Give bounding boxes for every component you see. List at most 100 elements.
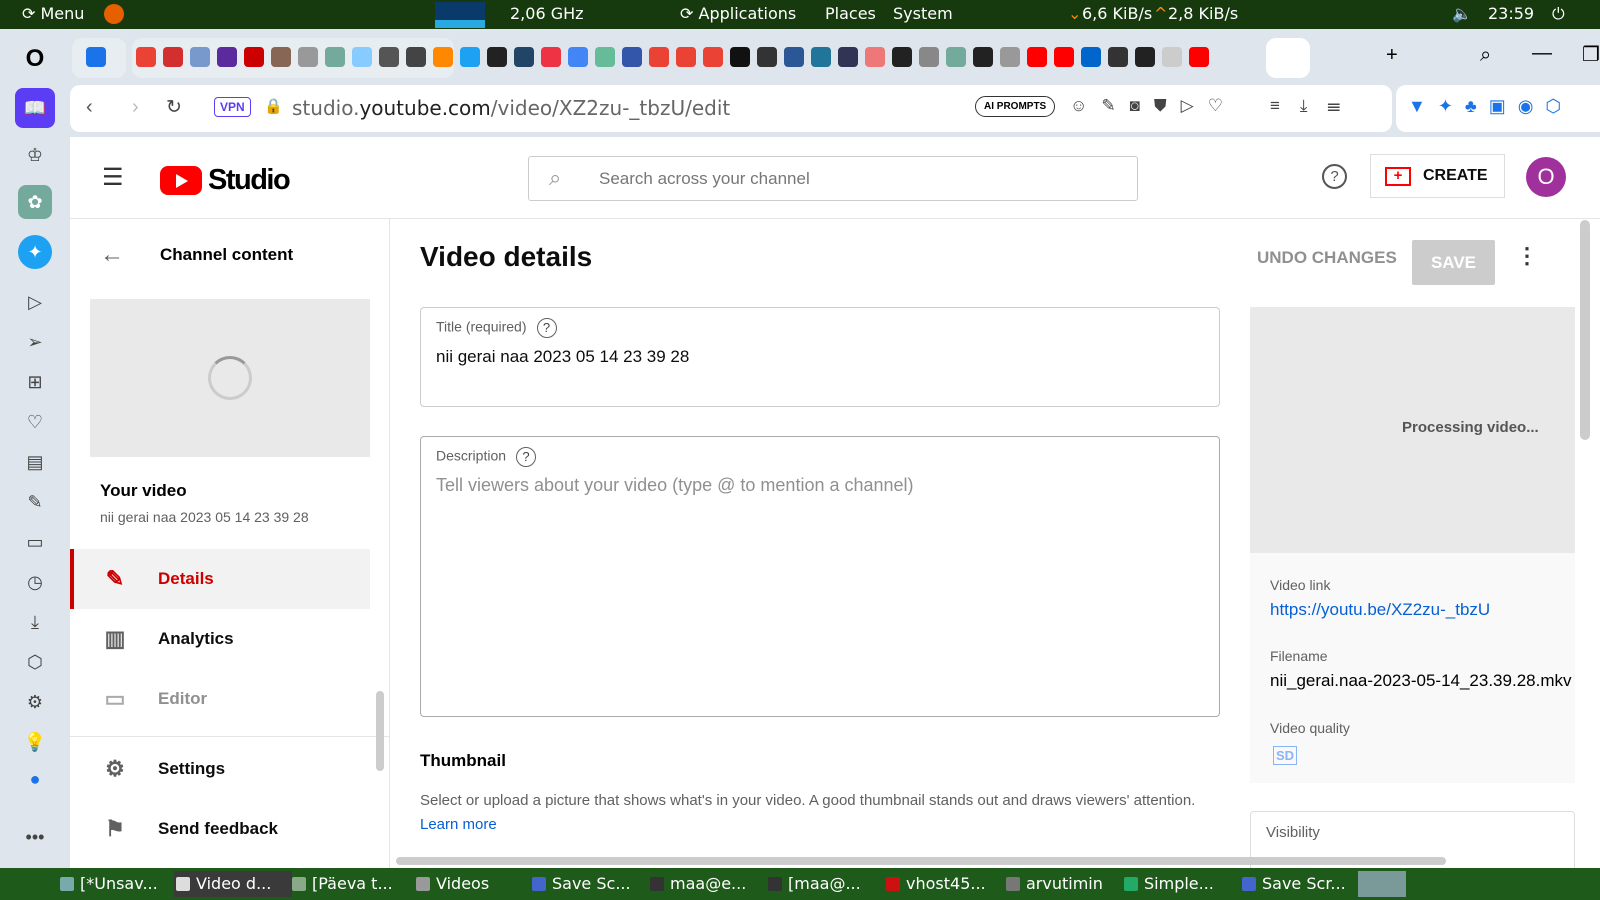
more-options-icon[interactable]: ⋮	[1516, 243, 1538, 269]
title-field[interactable]: Title (required)? nii gerai naa 2023 05 …	[420, 307, 1220, 407]
ai-prompts-button[interactable]: AI PROMPTS	[975, 96, 1056, 117]
learn-more-link[interactable]: Learn more	[420, 816, 497, 833]
search-input[interactable]: ⌕ Search across your channel	[528, 156, 1138, 201]
nav-editor[interactable]: ▭ Editor	[70, 669, 370, 729]
video-link[interactable]: https://youtu.be/XZ2zu-_tbzU	[1270, 600, 1490, 620]
workspace-switcher[interactable]	[1358, 871, 1406, 897]
apps-icon[interactable]: ⊞	[18, 365, 52, 399]
tab-favicon[interactable]	[136, 47, 156, 67]
twitter-icon[interactable]: ✦	[18, 235, 52, 269]
crown-icon[interactable]: ♔	[18, 138, 52, 172]
undo-changes-button[interactable]: UNDO CHANGES	[1257, 248, 1397, 268]
tab-favicon[interactable]	[298, 47, 318, 67]
studio-logo[interactable]: Studio	[160, 164, 291, 197]
taskbar-item[interactable]: Video d...	[174, 871, 292, 897]
description-placeholder[interactable]: Tell viewers about your video (type @ to…	[436, 475, 914, 496]
tab-favicon[interactable]	[892, 47, 912, 67]
address-right-icons[interactable]: ≡⤓☰	[1270, 96, 1360, 116]
tab-favicon[interactable]	[271, 47, 291, 67]
bulb-icon[interactable]: 💡	[18, 725, 52, 759]
tab-favicon[interactable]	[784, 47, 804, 67]
save-button[interactable]: SAVE	[1412, 240, 1495, 285]
tab-favicon[interactable]	[1027, 47, 1047, 67]
system-menu[interactable]: System	[893, 4, 953, 23]
tab-favicon[interactable]	[514, 47, 534, 67]
menu-button[interactable]: ⟳ Menu	[22, 4, 84, 23]
tab-favicon[interactable]	[190, 47, 210, 67]
power-icon[interactable]: ⏻	[1552, 4, 1565, 24]
help-icon[interactable]: ?	[1322, 164, 1347, 189]
minimize-button[interactable]: —	[1532, 42, 1552, 65]
tab-favicon[interactable]	[163, 47, 183, 67]
reload-icon[interactable]: ↻	[166, 96, 182, 119]
address-tools-icons[interactable]: ☺✎◙⛊▷♡	[1070, 96, 1237, 116]
tab-search-icon[interactable]: ⌕	[1480, 44, 1491, 67]
tab-favicon[interactable]	[946, 47, 966, 67]
title-input[interactable]: nii gerai naa 2023 05 14 23 39 28	[436, 347, 689, 367]
tab-favicon[interactable]	[649, 47, 669, 67]
places-menu[interactable]: Places	[825, 4, 876, 23]
back-arrow-icon[interactable]: ←	[100, 241, 124, 269]
nav-send-feedback[interactable]: ⚑ Send feedback	[70, 799, 370, 859]
settings-icon[interactable]: ⚙	[18, 685, 52, 719]
extension-icons[interactable]: ▼✦♣▣◉⬡	[1408, 96, 1573, 117]
video-player[interactable]: Processing video...	[1250, 307, 1575, 553]
news-icon[interactable]: ▤	[18, 445, 52, 479]
tab-favicon[interactable]	[919, 47, 939, 67]
taskbar-item[interactable]: maa@e...	[648, 871, 762, 897]
more-icon[interactable]: •••	[18, 820, 52, 854]
tab-favicon[interactable]	[1162, 47, 1182, 67]
url-text[interactable]: studio.youtube.com/video/XZ2zu-_tbzU/edi…	[292, 96, 730, 120]
volume-icon[interactable]: 🔈	[1452, 4, 1472, 23]
help-icon[interactable]: ?	[536, 318, 557, 338]
reader-icon[interactable]: 📖	[15, 88, 55, 128]
forward-icon[interactable]: ›	[132, 96, 139, 119]
video-thumbnail[interactable]	[90, 299, 370, 457]
tab-favicon[interactable]	[757, 47, 777, 67]
new-tab-button[interactable]: +	[1386, 44, 1398, 67]
heart-icon[interactable]: ♡	[18, 405, 52, 439]
clock[interactable]: 23:59	[1488, 4, 1534, 23]
hamburger-menu-icon[interactable]: ☰	[102, 163, 124, 192]
nav-settings[interactable]: ⚙ Settings	[70, 739, 370, 799]
opera-logo-icon[interactable]: O	[18, 42, 52, 76]
extensions-icon[interactable]: ⬡	[18, 645, 52, 679]
tab-favicon[interactable]	[973, 47, 993, 67]
tab-favicon[interactable]	[811, 47, 831, 67]
vpn-badge[interactable]: VPN	[214, 97, 251, 117]
tab-favicon[interactable]	[1054, 47, 1074, 67]
tab-favicon[interactable]	[1108, 47, 1128, 67]
tab-favicon[interactable]	[325, 47, 345, 67]
tab-favicon[interactable]	[1081, 47, 1101, 67]
taskbar-item[interactable]: [maa@...	[766, 871, 880, 897]
tab-favicon[interactable]	[541, 47, 561, 67]
pin-icon[interactable]: ✎	[18, 485, 52, 519]
taskbar-item[interactable]: [Päeva t...	[290, 871, 404, 897]
maximize-button[interactable]: ❐	[1582, 42, 1600, 67]
channel-content-link[interactable]: Channel content	[160, 245, 293, 265]
taskbar-item[interactable]: Simple...	[1122, 871, 1236, 897]
tab-favicon[interactable]	[703, 47, 723, 67]
tab-favicon[interactable]	[244, 47, 264, 67]
tab-favicon[interactable]	[433, 47, 453, 67]
taskbar-item[interactable]: vhost45...	[884, 871, 998, 897]
lock-icon[interactable]: 🔒	[264, 97, 283, 115]
tab-favicon[interactable]	[406, 47, 426, 67]
applications-menu[interactable]: ⟳ Applications	[680, 4, 796, 23]
tab-favicon[interactable]	[217, 47, 237, 67]
taskbar-item[interactable]: Videos	[414, 871, 528, 897]
back-icon[interactable]: ‹	[86, 96, 93, 119]
tab-favicon[interactable]	[622, 47, 642, 67]
tab-favicon[interactable]	[730, 47, 750, 67]
nav-scrollbar[interactable]	[376, 691, 384, 771]
description-field[interactable]: Description? Tell viewers about your vid…	[420, 436, 1220, 717]
nav-analytics[interactable]: ▥ Analytics	[70, 609, 370, 669]
chat-icon[interactable]: ●	[18, 762, 52, 796]
tab-favicon[interactable]	[460, 47, 480, 67]
player-icon[interactable]: ▷	[18, 285, 52, 319]
tab-favicon[interactable]	[1189, 47, 1209, 67]
tab-favicon[interactable]	[595, 47, 615, 67]
tab-favicon[interactable]	[676, 47, 696, 67]
chatgpt-icon[interactable]: ✿	[18, 185, 52, 219]
active-tab[interactable]	[1266, 38, 1310, 78]
